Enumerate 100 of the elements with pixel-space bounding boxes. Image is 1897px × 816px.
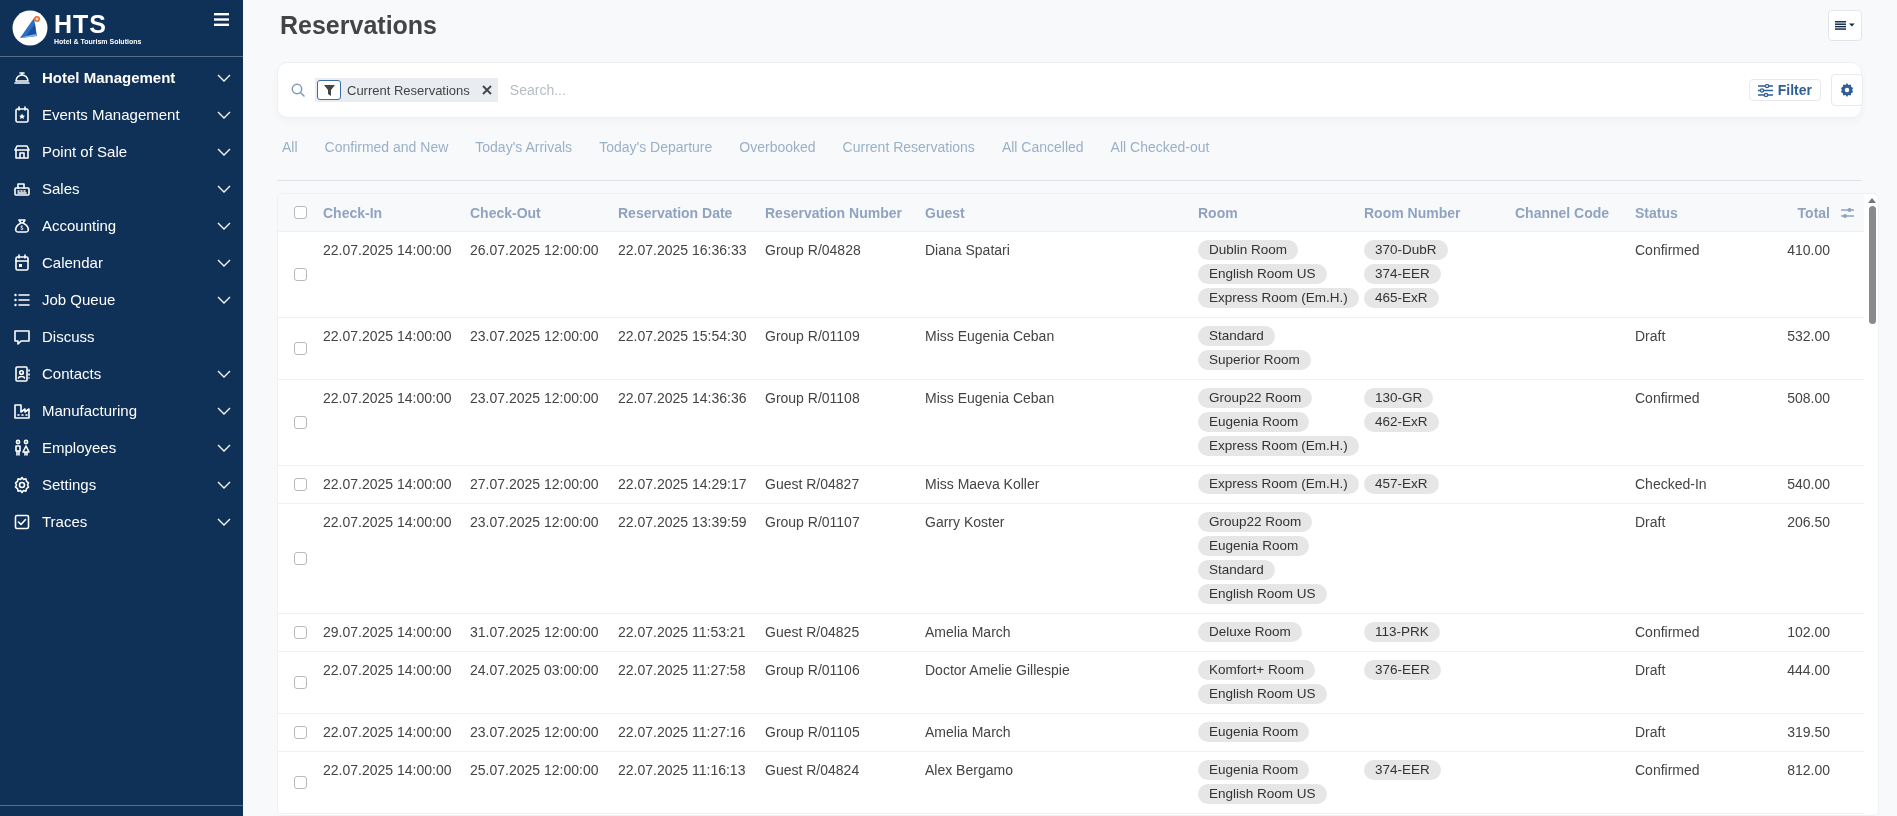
checkbox[interactable] xyxy=(294,552,307,565)
menu-icon[interactable] xyxy=(214,13,229,26)
checkbox[interactable] xyxy=(294,726,307,739)
filter-tab[interactable]: All Checked-out xyxy=(1110,133,1210,161)
sidebar-item[interactable]: Calendar xyxy=(0,244,243,281)
checkbox[interactable] xyxy=(294,342,307,355)
filter-tab[interactable]: Confirmed and New xyxy=(324,133,449,161)
table-cell-text: Alex Bergamo xyxy=(925,761,1014,780)
filter-tab[interactable]: Today's Arrivals xyxy=(475,133,573,161)
room-tag: English Room US xyxy=(1198,784,1327,804)
table-cell-text: 26.07.2025 12:00:00 xyxy=(470,241,600,260)
page-title: Reservations xyxy=(280,10,438,40)
checkbox[interactable] xyxy=(294,478,307,491)
column-header[interactable]: Channel Code xyxy=(1515,204,1635,221)
table-cell-text: 22.07.2025 16:36:33 xyxy=(618,241,748,260)
sidebar-item[interactable]: Sales xyxy=(0,170,243,207)
room-tag: Eugenia Room xyxy=(1198,722,1310,742)
list-view-icon xyxy=(1835,19,1847,31)
sidebar-item[interactable]: Job Queue xyxy=(0,281,243,318)
column-header[interactable]: Status xyxy=(1635,204,1755,221)
close-icon[interactable] xyxy=(481,85,492,95)
sidebar-item[interactable]: Manufacturing xyxy=(0,392,243,429)
sidebar-item[interactable]: Accounting xyxy=(0,207,243,244)
checkbox[interactable] xyxy=(294,676,307,689)
room-number-tag: 113-PRK xyxy=(1364,622,1440,642)
checkbox[interactable] xyxy=(294,776,307,789)
status-cell-text: Confirmed xyxy=(1635,761,1701,780)
sidebar-item[interactable]: Events Management xyxy=(0,96,243,133)
room-number-tag: 370-DubR xyxy=(1364,240,1448,260)
checkbox[interactable] xyxy=(294,206,307,219)
table-cell-text: Diana Spatari xyxy=(925,241,1011,260)
column-header[interactable]: Reservation Number xyxy=(765,204,925,221)
table-cell-text: Guest R/04827 xyxy=(765,475,861,494)
room-tag: Group22 Room xyxy=(1198,388,1313,408)
table-cell-text: 22.07.2025 11:53:21 xyxy=(618,623,747,642)
sidebar-item[interactable]: Contacts xyxy=(0,355,243,392)
column-header[interactable]: Check-In xyxy=(323,204,470,221)
sidebar-item[interactable]: Point of Sale xyxy=(0,133,243,170)
filter-button[interactable]: Filter xyxy=(1748,79,1821,101)
table-cell-text: 319.50 xyxy=(1786,723,1830,742)
table-cell-text: 532.00 xyxy=(1786,327,1830,346)
view-switcher-button[interactable] xyxy=(1828,9,1862,41)
sidebar-item[interactable]: Hotel Management xyxy=(0,59,243,96)
table-cell-text: 540.00 xyxy=(1786,475,1830,494)
column-header[interactable]: Reservation Date xyxy=(618,204,765,221)
table-cell-text: 23.07.2025 12:00:00 xyxy=(470,389,600,408)
table-cell-text: 22.07.2025 14:00:00 xyxy=(323,241,453,260)
calendar-icon xyxy=(12,252,32,273)
table-cell-text: Guest R/04824 xyxy=(765,761,861,780)
facet-label: Current Reservations xyxy=(347,82,470,98)
room-tag: English Room US xyxy=(1198,584,1327,604)
checkbox[interactable] xyxy=(294,268,307,281)
table-cell-text: 22.07.2025 14:36:36 xyxy=(618,389,748,408)
column-header[interactable]: Total xyxy=(1755,204,1830,221)
sidebar-item[interactable]: Discuss xyxy=(0,318,243,355)
table-cell-text: 102.00 xyxy=(1786,623,1830,642)
settings-icon xyxy=(12,474,32,495)
column-header[interactable]: Room Number xyxy=(1364,204,1515,221)
table-cell-text: 25.07.2025 12:00:00 xyxy=(470,761,600,780)
filter-facet[interactable]: Current Reservations xyxy=(315,78,498,102)
checkbox[interactable] xyxy=(294,626,307,639)
sidebar-item[interactable]: Settings xyxy=(0,466,243,503)
table-cell-text: Miss Maeva Koller xyxy=(925,475,1041,494)
filter-tab[interactable]: All Cancelled xyxy=(1001,133,1084,161)
contact-card-icon xyxy=(12,363,32,384)
sidebar-item[interactable]: Traces xyxy=(0,503,243,540)
settings-button[interactable] xyxy=(1831,74,1863,106)
room-number-tag: 457-ExR xyxy=(1364,474,1439,494)
column-header[interactable]: Guest xyxy=(925,204,1198,221)
scroll-up-icon xyxy=(1868,198,1876,203)
filter-tab[interactable]: Today's Departure xyxy=(599,133,713,161)
sidebar-item[interactable]: Employees xyxy=(0,429,243,466)
funnel-icon xyxy=(323,84,335,96)
table-cell-text: 22.07.2025 14:00:00 xyxy=(323,327,453,346)
caret-icon xyxy=(1849,23,1855,27)
column-header[interactable]: Room xyxy=(1198,204,1364,221)
table-cell-text: Amelia March xyxy=(925,623,1012,642)
filter-tab[interactable]: Overbooked xyxy=(739,133,816,161)
table-cell-text: 23.07.2025 12:00:00 xyxy=(470,327,600,346)
table-cell-text: 27.07.2025 12:00:00 xyxy=(470,475,600,494)
room-number-tag: 374-EER xyxy=(1364,760,1441,780)
table-cell-text: Doctor Amelie Gillespie xyxy=(925,661,1071,680)
table-cell-text: 22.07.2025 11:27:58 xyxy=(618,661,747,680)
table-cell-text: Group R/01109 xyxy=(765,327,861,346)
search-bar[interactable]: Current Reservations Search... Filter xyxy=(277,62,1862,118)
table-cell-text: 23.07.2025 12:00:00 xyxy=(470,723,600,742)
column-header[interactable]: Check-Out xyxy=(470,204,618,221)
column-settings-icon[interactable] xyxy=(1840,206,1854,219)
room-tag: English Room US xyxy=(1198,684,1327,704)
sliders-icon xyxy=(1757,83,1773,97)
checkbox[interactable] xyxy=(294,416,307,429)
filter-tab[interactable]: All xyxy=(282,133,298,161)
room-tag: Standard xyxy=(1198,560,1275,580)
logo-icon xyxy=(12,10,48,46)
filter-tab[interactable]: Current Reservations xyxy=(842,133,975,161)
room-tag: Express Room (Em.H.) xyxy=(1198,288,1359,308)
scrollbar-thumb[interactable] xyxy=(1868,206,1876,324)
table-cell-text: 23.07.2025 12:00:00 xyxy=(470,513,600,532)
settings-icon xyxy=(1840,83,1854,97)
table-cell-text: 22.07.2025 11:16:13 xyxy=(618,761,747,780)
